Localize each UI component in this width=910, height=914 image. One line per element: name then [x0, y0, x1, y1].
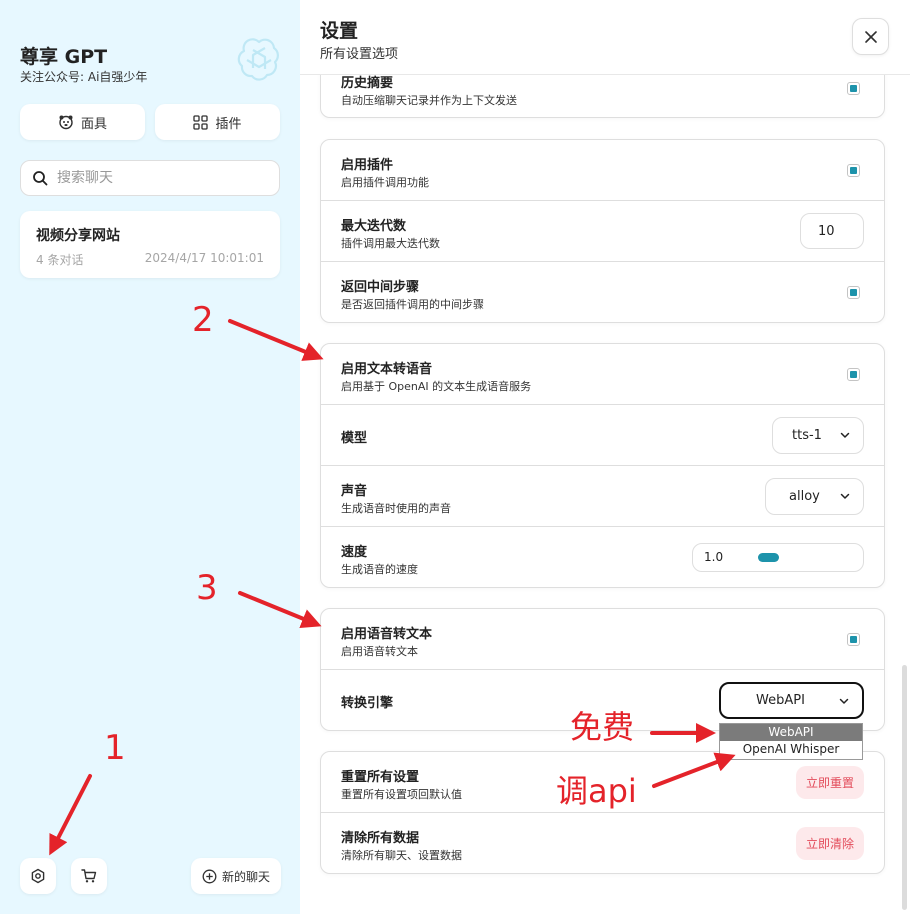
chevron-down-icon: [840, 432, 850, 438]
new-chat-label: 新的聊天: [221, 869, 270, 884]
close-icon: [864, 30, 877, 43]
reset-settings-desc: 重置所有设置项回默认值: [341, 788, 462, 801]
chevron-down-icon: [839, 698, 849, 704]
settings-button[interactable]: [20, 858, 56, 894]
tts-speed-desc: 生成语音的速度: [341, 563, 418, 576]
enable-stt-checkbox[interactable]: [847, 633, 860, 646]
tts-speed-slider[interactable]: 1.0: [692, 543, 864, 572]
clear-data-row: 清除所有数据 清除所有聊天、设置数据 立即清除: [321, 813, 884, 873]
enable-stt-title: 启用语音转文本: [341, 627, 433, 642]
add-icon: [202, 869, 217, 883]
clear-data-desc: 清除所有聊天、设置数据: [341, 849, 462, 862]
chat-message-count: 4 条对话: [36, 253, 84, 267]
tts-card: 启用文本转语音 启用基于 OpenAI 的文本生成语音服务 模型 tts-1 声…: [320, 343, 885, 588]
mask-icon: [59, 115, 73, 130]
dropdown-option-whisper[interactable]: OpenAI Whisper: [720, 741, 862, 758]
stt-engine-dropdown: WebAPI OpenAI Whisper: [719, 723, 863, 760]
page-title: 设置: [320, 20, 359, 42]
cart-button[interactable]: [71, 858, 107, 894]
reset-button[interactable]: 立即重置: [796, 766, 864, 799]
chat-title: 视频分享网站: [36, 228, 120, 244]
openai-logo-icon: [237, 38, 279, 81]
mask-button-label: 面具: [80, 116, 107, 132]
enable-stt-row: 启用语音转文本 启用语音转文本: [321, 609, 884, 670]
tts-speed-title: 速度: [341, 545, 368, 560]
tts-speed-value: 1.0: [704, 550, 724, 564]
new-chat-button[interactable]: 新的聊天: [191, 858, 281, 894]
annotation-api: 调api: [556, 772, 637, 810]
enable-tts-checkbox[interactable]: [847, 368, 860, 381]
clear-data-title: 清除所有数据: [341, 831, 420, 846]
slider-thumb[interactable]: [758, 553, 779, 562]
history-summary-checkbox[interactable]: [847, 82, 860, 95]
enable-plugin-title: 启用插件: [341, 158, 394, 173]
max-iterations-input[interactable]: 10: [800, 213, 864, 249]
tts-voice-select[interactable]: alloy: [765, 478, 864, 515]
page-subtitle: 所有设置选项: [320, 47, 399, 62]
tts-voice-row: 声音 生成语音时使用的声音 alloy: [321, 466, 884, 527]
annotation-number-2: 2: [192, 300, 214, 340]
tts-model-row: 模型 tts-1: [321, 405, 884, 466]
enable-stt-desc: 启用语音转文本: [341, 645, 418, 658]
plugin-card: 启用插件 启用插件调用功能 最大迭代数 插件调用最大迭代数 10 返回中间步骤 …: [320, 139, 885, 323]
search-input[interactable]: [57, 170, 257, 186]
search-box: [20, 160, 280, 196]
max-iterations-title: 最大迭代数: [341, 219, 407, 234]
close-button[interactable]: [852, 18, 889, 55]
enable-tts-desc: 启用基于 OpenAI 的文本生成语音服务: [341, 380, 532, 393]
tts-model-select[interactable]: tts-1: [772, 417, 864, 454]
return-steps-row: 返回中间步骤 是否返回插件调用的中间步骤: [321, 262, 884, 322]
mask-button[interactable]: 面具: [20, 104, 145, 140]
plugin-button[interactable]: 插件: [155, 104, 280, 140]
chevron-down-icon: [840, 493, 850, 499]
plugin-button-label: 插件: [215, 116, 242, 132]
sidebar: 尊享 GPT 关注公众号: Ai自强少年 面具 插件 搜索聊天 视频分享网站 4…: [0, 0, 300, 914]
tts-voice-title: 声音: [341, 484, 368, 499]
chat-list-item[interactable]: 视频分享网站 4 条对话 2024/4/17 10:01:01: [20, 211, 280, 278]
dropdown-option-webapi[interactable]: WebAPI: [720, 724, 862, 741]
enable-plugin-checkbox[interactable]: [847, 164, 860, 177]
return-steps-desc: 是否返回插件调用的中间步骤: [341, 298, 484, 311]
settings-header: 设置 所有设置选项: [300, 0, 910, 75]
enable-tts-title: 启用文本转语音: [341, 362, 433, 377]
tts-voice-value: alloy: [789, 489, 820, 504]
max-iterations-desc: 插件调用最大迭代数: [341, 237, 440, 250]
enable-plugin-row: 启用插件 启用插件调用功能: [321, 140, 884, 201]
tts-voice-desc: 生成语音时使用的声音: [341, 502, 451, 515]
return-steps-checkbox[interactable]: [847, 286, 860, 299]
search-icon: [33, 171, 48, 186]
grid-icon: [193, 114, 209, 130]
brand-title: 尊享 GPT: [20, 46, 108, 68]
scrollbar[interactable]: [902, 665, 907, 910]
max-iterations-row: 最大迭代数 插件调用最大迭代数 10: [321, 201, 884, 262]
brand-subtitle: 关注公众号: Ai自强少年: [20, 70, 148, 84]
history-summary-desc: 自动压缩聊天记录并作为上下文发送: [341, 94, 517, 107]
stt-engine-value: WebAPI: [756, 693, 805, 708]
enable-plugin-desc: 启用插件调用功能: [341, 176, 429, 189]
chat-timestamp: 2024/4/17 10:01:01: [144, 251, 264, 265]
clear-button[interactable]: 立即清除: [796, 827, 864, 860]
annotation-number-1: 1: [104, 728, 126, 768]
tts-model-value: tts-1: [792, 428, 822, 443]
stt-engine-title: 转换引擎: [341, 696, 394, 711]
reset-settings-title: 重置所有设置: [341, 770, 420, 785]
annotation-free: 免费: [570, 708, 635, 746]
return-steps-title: 返回中间步骤: [341, 280, 420, 295]
cart-icon: [81, 869, 97, 883]
annotation-number-3: 3: [196, 568, 218, 608]
tts-model-title: 模型: [341, 431, 368, 446]
enable-tts-row: 启用文本转语音 启用基于 OpenAI 的文本生成语音服务: [321, 344, 884, 405]
tts-speed-row: 速度 生成语音的速度 1.0: [321, 527, 884, 587]
stt-engine-select[interactable]: WebAPI: [719, 682, 864, 719]
gear-icon: [31, 868, 45, 884]
